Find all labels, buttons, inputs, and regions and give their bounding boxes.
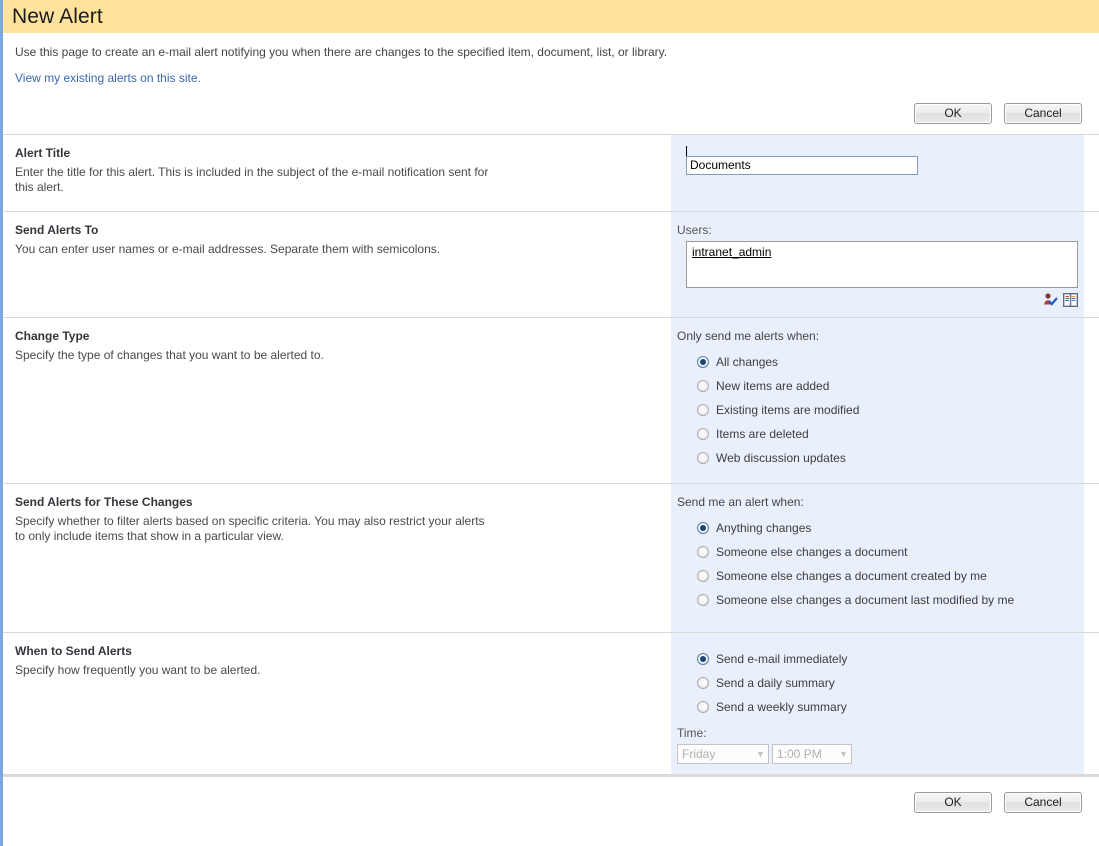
time-label: Time: [677, 726, 707, 740]
radio-indicator[interactable] [697, 452, 709, 464]
top-button-row: OK Cancel [3, 103, 1099, 124]
radio-indicator[interactable] [697, 653, 709, 665]
form-bottom-divider [3, 774, 1099, 777]
radio-indicator[interactable] [697, 594, 709, 606]
page-title-banner: New Alert [3, 0, 1099, 33]
section-title: Send Alerts To [15, 223, 99, 237]
radio-label: Send e-mail immediately [716, 652, 848, 666]
radio-option-weekly-summary[interactable]: Send a weekly summary [697, 695, 1084, 719]
radio-indicator[interactable] [697, 380, 709, 392]
time-of-day-select[interactable]: 1:00 PM ▼ [772, 744, 852, 764]
radio-option-all-changes[interactable]: All changes [697, 350, 1084, 374]
section-when-to-send-alerts: When to Send Alerts Specify how frequent… [3, 633, 1099, 774]
section-title: Alert Title [15, 146, 71, 160]
day-of-week-value: Friday [682, 747, 716, 761]
radio-label: Send a daily summary [716, 676, 835, 690]
radio-label: Someone else changes a document [716, 545, 908, 559]
section-alert-title-right [671, 135, 1084, 211]
radio-option-existing-items-modified[interactable]: Existing items are modified [697, 398, 1084, 422]
radio-label: Send a weekly summary [716, 700, 847, 714]
section-send-alerts-for-changes-right: Send me an alert when: Anything changes … [671, 484, 1084, 632]
section-description: Specify the type of changes that you wan… [15, 348, 324, 362]
ok-button-top[interactable]: OK [914, 103, 992, 124]
section-send-alerts-to: Send Alerts To You can enter user names … [3, 212, 1099, 318]
users-label: Users: [677, 223, 712, 237]
radio-label: Existing items are modified [716, 403, 860, 417]
radio-option-daily-summary[interactable]: Send a daily summary [697, 671, 1084, 695]
section-description: Specify whether to filter alerts based o… [15, 514, 485, 543]
section-change-type-right: Only send me alerts when: All changes Ne… [671, 318, 1084, 483]
section-send-alerts-for-changes-left: Send Alerts for These Changes Specify wh… [3, 484, 671, 632]
change-type-group-label: Only send me alerts when: [677, 329, 820, 343]
resolved-user: intranet_admin [692, 245, 772, 259]
radio-label: All changes [716, 355, 779, 369]
radio-option-someone-changes-document-last-modified-by-me[interactable]: Someone else changes a document last mod… [697, 588, 1084, 612]
time-of-day-value: 1:00 PM [777, 747, 822, 761]
time-selects: Friday ▼ 1:00 PM ▼ [677, 744, 1084, 764]
radio-label: Items are deleted [716, 427, 809, 441]
radio-option-items-deleted[interactable]: Items are deleted [697, 422, 1084, 446]
section-send-alerts-to-left: Send Alerts To You can enter user names … [3, 212, 671, 317]
section-description: Specify how frequently you want to be al… [15, 663, 261, 677]
section-when-to-send-right: Send e-mail immediately Send a daily sum… [671, 633, 1084, 774]
users-input[interactable]: intranet_admin [686, 241, 1078, 288]
send-alerts-radio-group: Anything changes Someone else changes a … [671, 516, 1084, 612]
check-names-icon[interactable] [1043, 292, 1058, 307]
cancel-button-bottom[interactable]: Cancel [1004, 792, 1082, 813]
chevron-down-icon: ▼ [756, 748, 765, 759]
address-book-icon[interactable] [1063, 292, 1078, 307]
change-type-radio-group: All changes New items are added Existing… [671, 350, 1084, 470]
radio-option-someone-changes-document[interactable]: Someone else changes a document [697, 540, 1084, 564]
chevron-down-icon: ▼ [839, 748, 848, 759]
radio-indicator[interactable] [697, 356, 709, 368]
radio-option-send-immediately[interactable]: Send e-mail immediately [697, 647, 1084, 671]
radio-option-web-discussion-updates[interactable]: Web discussion updates [697, 446, 1084, 470]
section-title: When to Send Alerts [15, 644, 132, 658]
new-alert-page: New Alert Use this page to create an e-m… [0, 0, 1099, 846]
radio-label: Someone else changes a document created … [716, 569, 987, 583]
alert-title-input[interactable] [686, 155, 918, 175]
cancel-button-top[interactable]: Cancel [1004, 103, 1082, 124]
section-when-to-send-left: When to Send Alerts Specify how frequent… [3, 633, 671, 774]
radio-indicator[interactable] [697, 522, 709, 534]
radio-indicator[interactable] [697, 428, 709, 440]
radio-indicator[interactable] [697, 570, 709, 582]
intro-description: Use this page to create an e-mail alert … [15, 45, 668, 59]
ok-button-bottom[interactable]: OK [914, 792, 992, 813]
section-alert-title: Alert Title Enter the title for this ale… [3, 135, 1099, 212]
section-title: Send Alerts for These Changes [15, 495, 193, 509]
time-settings: Time: Friday ▼ 1:00 PM ▼ [671, 726, 1084, 764]
section-change-type: Change Type Specify the type of changes … [3, 318, 1099, 484]
radio-label: New items are added [716, 379, 830, 393]
radio-option-anything-changes[interactable]: Anything changes [697, 516, 1084, 540]
bottom-button-row: OK Cancel [3, 792, 1099, 813]
radio-option-new-items-added[interactable]: New items are added [697, 374, 1084, 398]
view-existing-alerts-link[interactable]: View my existing alerts on this site. [15, 71, 201, 85]
section-description: Enter the title for this alert. This is … [15, 165, 489, 194]
people-picker-actions [671, 292, 1078, 307]
radio-label: Anything changes [716, 521, 812, 535]
radio-option-someone-changes-document-created-by-me[interactable]: Someone else changes a document created … [697, 564, 1084, 588]
section-title: Change Type [15, 329, 90, 343]
radio-indicator[interactable] [697, 546, 709, 558]
section-change-type-left: Change Type Specify the type of changes … [3, 318, 671, 483]
radio-label: Someone else changes a document last mod… [716, 593, 1015, 607]
radio-label: Web discussion updates [716, 451, 846, 465]
page-title: New Alert [12, 4, 103, 28]
alert-form: Alert Title Enter the title for this ale… [3, 134, 1099, 774]
intro-block: Use this page to create an e-mail alert … [3, 33, 1099, 85]
radio-indicator[interactable] [697, 701, 709, 713]
send-alerts-group-label: Send me an alert when: [677, 495, 804, 509]
section-send-alerts-to-right: Users: intranet_admin [671, 212, 1084, 317]
section-alert-title-left: Alert Title Enter the title for this ale… [3, 135, 671, 211]
radio-indicator[interactable] [697, 404, 709, 416]
when-to-send-radio-group: Send e-mail immediately Send a daily sum… [671, 644, 1084, 719]
day-of-week-select[interactable]: Friday ▼ [677, 744, 769, 764]
section-description: You can enter user names or e-mail addre… [15, 242, 441, 256]
radio-indicator[interactable] [697, 677, 709, 689]
section-send-alerts-for-changes: Send Alerts for These Changes Specify wh… [3, 484, 1099, 633]
